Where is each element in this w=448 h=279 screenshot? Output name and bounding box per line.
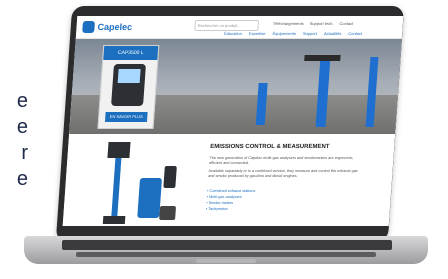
laptop-screen: Capelec Rechercher un produit... Télécha…	[62, 16, 404, 226]
side-caption-line-3: r	[21, 142, 28, 164]
laptop-trackpad	[196, 259, 256, 263]
nav-item-education[interactable]: Éducation	[224, 31, 242, 36]
top-links: Téléchargements Support tech. Contact	[273, 21, 354, 26]
hero-equipment-head	[304, 55, 341, 61]
laptop-keyboard	[62, 240, 392, 250]
analyser-unit	[137, 178, 162, 218]
logo-icon	[82, 21, 95, 33]
nav-item-support[interactable]: Support	[303, 31, 317, 36]
top-link-contact[interactable]: Contact	[339, 21, 353, 26]
learn-more-button[interactable]: EN SAVOIR PLUS	[104, 112, 148, 122]
nav-item-contact[interactable]: Contact	[348, 31, 362, 36]
nav-item-equipment[interactable]: Équipements	[272, 31, 296, 36]
side-caption-line-1: e	[16, 90, 28, 112]
laptop-keyboard-row	[76, 252, 376, 257]
site-header: Capelec Rechercher un produit... Télécha…	[75, 16, 404, 39]
list-item[interactable]: Tachymeter	[206, 206, 255, 212]
product-illustration	[102, 142, 177, 224]
side-caption-line-4: e	[16, 168, 28, 190]
section-description: The new generation of Capelec multi-gas …	[208, 156, 360, 179]
station-base	[102, 216, 126, 224]
top-link-downloads[interactable]: Téléchargements	[273, 21, 304, 26]
site-logo[interactable]: Capelec	[82, 21, 132, 33]
nav-item-expertise[interactable]: Expertise	[249, 31, 266, 36]
product-list: Combined exhaust stations Multi-gas anal…	[206, 188, 256, 212]
station-monitor	[107, 142, 131, 158]
hero-banner: CAP3500 L EN SAVOIR PLUS	[69, 39, 402, 134]
product-section: EMISSIONS CONTROL & MEASUREMENT The new …	[62, 134, 396, 226]
nav-item-news[interactable]: Actualités	[324, 31, 342, 36]
promo-badge: CAP3500 L	[103, 46, 159, 60]
section-title: EMISSIONS CONTROL & MEASUREMENT	[209, 144, 330, 150]
handheld-device	[163, 166, 177, 188]
device-screen	[117, 69, 141, 83]
top-link-support[interactable]: Support tech.	[310, 21, 334, 26]
main-nav: Éducation Expertise Équipements Support …	[224, 31, 362, 36]
logo-text: Capelec	[97, 22, 133, 32]
section-intro: The new generation of Capelec multi-gas …	[208, 156, 354, 165]
side-caption: e e r e	[0, 88, 30, 192]
station-column	[111, 158, 122, 220]
search-input[interactable]: Rechercher un produit...	[194, 20, 260, 31]
promo-card[interactable]: CAP3500 L EN SAVOIR PLUS	[97, 45, 160, 129]
side-caption-line-2: e	[16, 116, 28, 138]
section-body: Available separately or in a combined ve…	[208, 169, 358, 178]
smokemeter-device	[159, 206, 176, 220]
